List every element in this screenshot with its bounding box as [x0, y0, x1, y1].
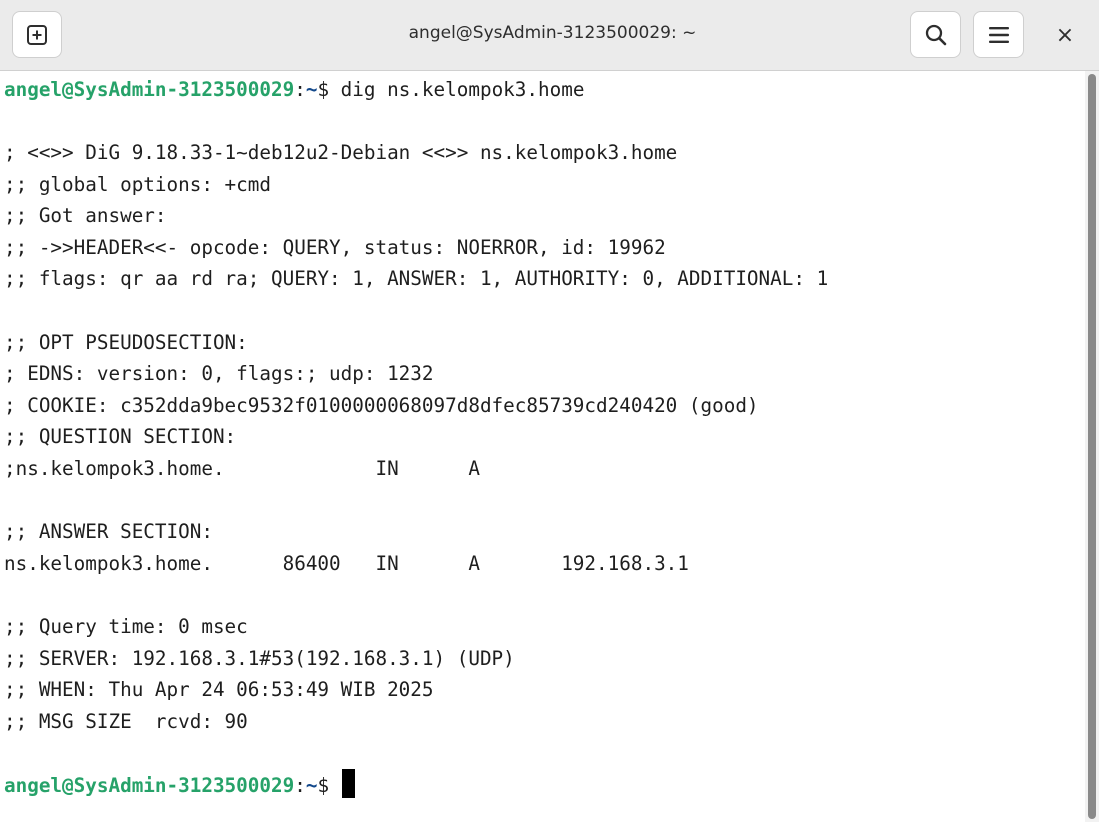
output-line: ;; QUESTION SECTION:: [4, 425, 237, 449]
output-line: ; COOKIE: c352dda9bec9532f0100000068097d…: [4, 393, 759, 417]
prompt-separator: :: [294, 78, 306, 101]
prompt-path: ~: [305, 78, 318, 101]
search-button[interactable]: [910, 11, 961, 58]
output-line: ;; Got answer:: [4, 204, 167, 228]
output-line: ;ns.kelompok3.home. IN A: [4, 457, 480, 480]
prompt-user-host: angel@SysAdmin-3123500029: [4, 78, 295, 101]
close-icon: ×: [1055, 22, 1075, 48]
output-line: ;; MSG SIZE rcvd: 90: [4, 709, 248, 733]
title-bar: angel@SysAdmin-3123500029: ~ ×: [0, 0, 1099, 71]
output-line: ns.kelompok3.home. 86400 IN A 192.168.3.…: [4, 551, 689, 575]
prompt-line-current: angel@SysAdmin-3123500029:~$: [4, 769, 355, 801]
menu-button[interactable]: [973, 11, 1024, 58]
output-line: ;; SERVER: 192.168.3.1#53(192.168.3.1) (…: [4, 646, 515, 670]
output-line: ; EDNS: version: 0, flags:; udp: 1232: [4, 362, 434, 386]
output-line: ;; global options: +cmd: [4, 172, 271, 196]
terminal-area[interactable]: angel@SysAdmin-3123500029:~$ dig ns.kelo…: [0, 71, 1085, 822]
prompt-symbol: $: [317, 774, 330, 797]
prompt-separator: :: [294, 774, 306, 797]
command-text: dig ns.kelompok3.home: [329, 78, 585, 101]
scrollbar-thumb[interactable]: [1088, 74, 1096, 819]
close-button[interactable]: ×: [1045, 18, 1085, 52]
new-tab-button[interactable]: [12, 11, 62, 58]
output-line: ;; WHEN: Thu Apr 24 06:53:49 WIB 2025: [4, 678, 434, 702]
output-line: ;; ->>HEADER<<- opcode: QUERY, status: N…: [4, 235, 666, 259]
window-title: angel@SysAdmin-3123500029: ~: [408, 23, 697, 43]
prompt-path: ~: [305, 774, 318, 797]
output-line: ; <<>> DiG 9.18.33-1~deb12u2-Debian <<>>…: [4, 141, 678, 164]
search-icon: [925, 24, 946, 45]
text-cursor: [341, 769, 355, 798]
prompt-symbol: $: [317, 78, 330, 101]
output-line: ;; flags: qr aa rd ra; QUERY: 1, ANSWER:…: [4, 267, 829, 291]
hamburger-menu-icon: [988, 26, 1009, 43]
prompt-user-host: angel@SysAdmin-3123500029: [4, 774, 295, 797]
plus-square-icon: [27, 24, 47, 45]
current-input: [329, 774, 341, 797]
output-line: ;; OPT PSEUDOSECTION:: [4, 330, 248, 354]
output-line: ;; ANSWER SECTION:: [4, 520, 213, 544]
prompt-line: angel@SysAdmin-3123500029:~$ dig ns.kelo…: [4, 74, 584, 106]
output-line: ;; Query time: 0 msec: [4, 615, 248, 638]
